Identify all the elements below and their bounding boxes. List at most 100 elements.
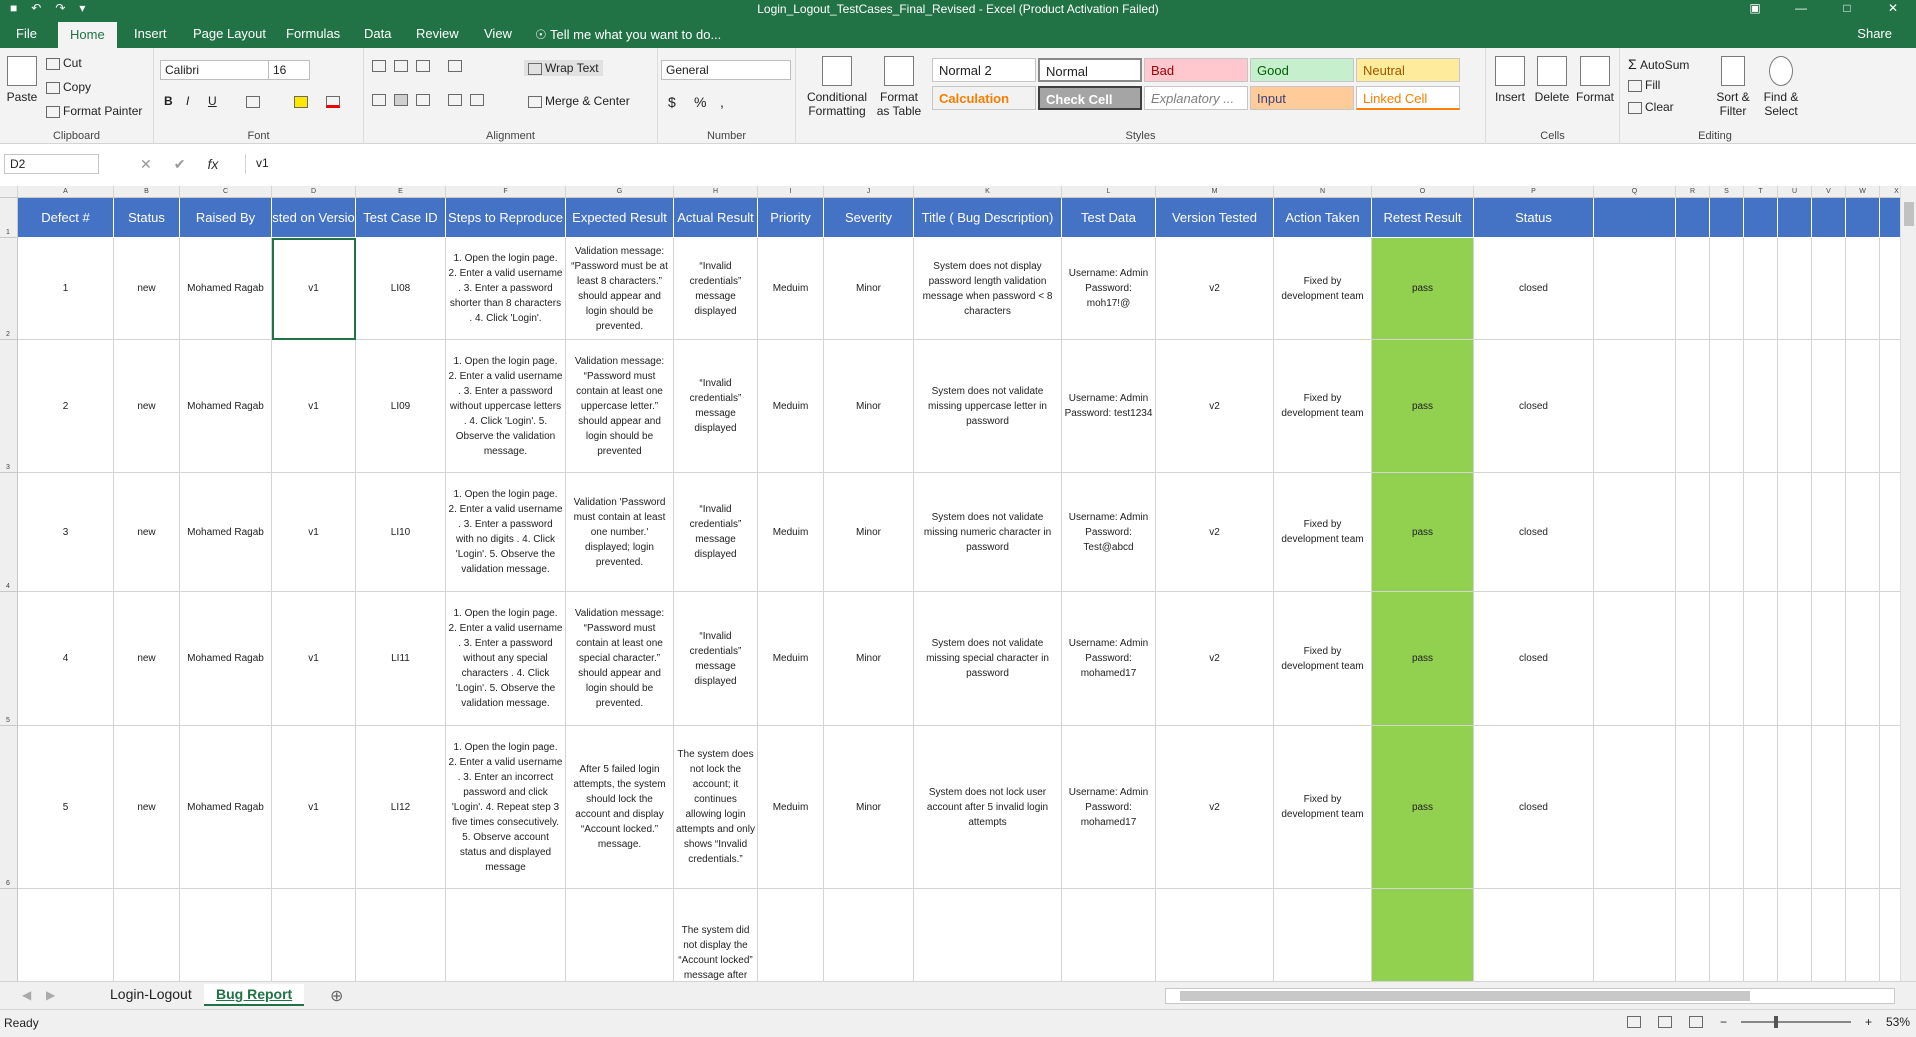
tab-page-layout[interactable]: Page Layout (193, 26, 266, 41)
copy-button[interactable]: Copy (46, 80, 91, 94)
table-cell[interactable]: 1. Ensure the account is (446, 889, 566, 981)
table-cell[interactable]: The system did not display the “Account … (674, 889, 758, 981)
empty-cell[interactable] (1880, 340, 1900, 473)
empty-cell[interactable] (1846, 592, 1880, 726)
table-cell[interactable]: pass (1372, 340, 1474, 473)
empty-cell[interactable] (1710, 473, 1744, 592)
empty-cell[interactable] (1710, 340, 1744, 473)
table-cell[interactable]: Fixed by development team (1274, 238, 1372, 340)
table-cell[interactable]: v1 (272, 592, 356, 726)
table-cell[interactable]: LI08 (356, 238, 446, 340)
empty-cell[interactable] (1812, 592, 1846, 726)
table-cell[interactable]: closed (1474, 473, 1594, 592)
empty-cell[interactable] (1778, 726, 1812, 889)
table-cell[interactable]: v1 (272, 726, 356, 889)
empty-cell[interactable] (1594, 473, 1676, 592)
column-header[interactable]: G (566, 186, 674, 198)
tab-file[interactable]: File (16, 26, 37, 41)
table-cell[interactable]: pass (1372, 592, 1474, 726)
sort-filter-button[interactable]: Sort & Filter (1710, 56, 1756, 118)
table-cell[interactable]: 5 (18, 726, 114, 889)
empty-cell[interactable] (1676, 726, 1710, 889)
font-color-icon[interactable] (326, 96, 340, 108)
table-cell[interactable]: System does not validate missing special… (914, 592, 1062, 726)
zoom-level[interactable]: 53% (1886, 1015, 1910, 1029)
table-cell[interactable]: v2 (1156, 340, 1274, 473)
column-header[interactable]: X (1880, 186, 1900, 198)
table-cell[interactable]: Minor (824, 726, 914, 889)
table-cell[interactable] (1062, 889, 1156, 981)
table-cell[interactable] (356, 889, 446, 981)
header-cell-empty[interactable] (1812, 198, 1846, 238)
insert-cells-button[interactable]: Insert (1492, 56, 1528, 104)
format-cells-button[interactable]: Format (1576, 56, 1614, 104)
empty-cell[interactable] (1846, 238, 1880, 340)
number-format-dropdown[interactable]: General (661, 60, 791, 80)
header-cell-empty[interactable] (1744, 198, 1778, 238)
header-cell[interactable]: Status (114, 198, 180, 238)
table-cell[interactable]: “Invalid credentials” message displayed (674, 340, 758, 473)
table-cell[interactable] (824, 889, 914, 981)
row-header[interactable]: 6 (0, 726, 18, 889)
select-all-corner[interactable] (0, 186, 18, 198)
table-cell[interactable]: pass (1372, 238, 1474, 340)
empty-cell[interactable] (1846, 340, 1880, 473)
table-cell[interactable]: Meduim (758, 726, 824, 889)
scroll-sheets-left-icon[interactable]: ◀ (22, 988, 31, 1002)
style-normal-2[interactable]: Normal 2 (932, 58, 1036, 82)
header-cell[interactable]: Expected Result (566, 198, 674, 238)
table-cell[interactable]: 1. Open the login page. 2. Enter a valid… (446, 340, 566, 473)
italic-button[interactable]: I (186, 94, 189, 108)
table-cell[interactable] (114, 889, 180, 981)
table-cell[interactable]: 1 (18, 238, 114, 340)
table-cell[interactable] (180, 889, 272, 981)
row-header[interactable]: 2 (0, 238, 18, 340)
table-cell[interactable]: Meduim (758, 238, 824, 340)
conditional-formatting-button[interactable]: Conditional Formatting (804, 56, 870, 118)
column-header[interactable]: Q (1594, 186, 1676, 198)
percent-button[interactable]: % (694, 94, 706, 110)
tab-data[interactable]: Data (364, 26, 391, 41)
column-header[interactable]: N (1274, 186, 1372, 198)
style-normal[interactable]: Normal (1038, 58, 1142, 82)
column-header[interactable]: R (1676, 186, 1710, 198)
header-cell-empty[interactable] (1880, 198, 1900, 238)
table-cell[interactable]: Minor (824, 340, 914, 473)
table-cell[interactable] (758, 889, 824, 981)
empty-cell[interactable] (1744, 726, 1778, 889)
wrap-text-button[interactable]: Wrap Text (524, 60, 603, 76)
column-header[interactable]: I (758, 186, 824, 198)
table-cell[interactable]: v2 (1156, 238, 1274, 340)
empty-cell[interactable] (1778, 889, 1812, 981)
empty-cell[interactable] (1778, 592, 1812, 726)
table-cell[interactable]: Mohamed Ragab (180, 726, 272, 889)
align-left-icon[interactable] (372, 94, 386, 106)
scroll-sheets-right-icon[interactable]: ▶ (46, 988, 55, 1002)
table-cell[interactable]: new (114, 238, 180, 340)
vertical-scrollbar[interactable] (1900, 186, 1916, 981)
horizontal-scroll-thumb[interactable] (1180, 991, 1750, 1001)
empty-cell[interactable] (1778, 340, 1812, 473)
column-header[interactable]: J (824, 186, 914, 198)
empty-cell[interactable] (1778, 473, 1812, 592)
empty-cell[interactable] (1594, 592, 1676, 726)
find-select-button[interactable]: Find & Select (1758, 56, 1804, 118)
table-cell[interactable]: new (114, 340, 180, 473)
table-cell[interactable]: Meduim (758, 473, 824, 592)
column-header[interactable]: K (914, 186, 1062, 198)
table-cell[interactable]: Minor (824, 592, 914, 726)
align-middle-icon[interactable] (394, 60, 408, 72)
header-cell[interactable]: Test Data (1062, 198, 1156, 238)
sheet-tab-login-logout[interactable]: Login-Logout (98, 984, 204, 1006)
empty-cell[interactable] (1846, 889, 1880, 981)
table-cell[interactable]: new (114, 473, 180, 592)
align-center-icon[interactable] (394, 94, 408, 106)
empty-cell[interactable] (1744, 473, 1778, 592)
header-cell-empty[interactable] (1594, 198, 1676, 238)
table-cell[interactable]: Validation 'Password must contain at lea… (566, 473, 674, 592)
style-explanatory[interactable]: Explanatory ... (1144, 86, 1248, 110)
tell-me-search[interactable]: ☉ Tell me what you want to do... (535, 27, 721, 43)
enter-icon[interactable]: ✔ (174, 156, 186, 173)
ribbon-display-options-icon[interactable]: ▣ (1732, 0, 1778, 16)
table-cell[interactable]: LI11 (356, 592, 446, 726)
